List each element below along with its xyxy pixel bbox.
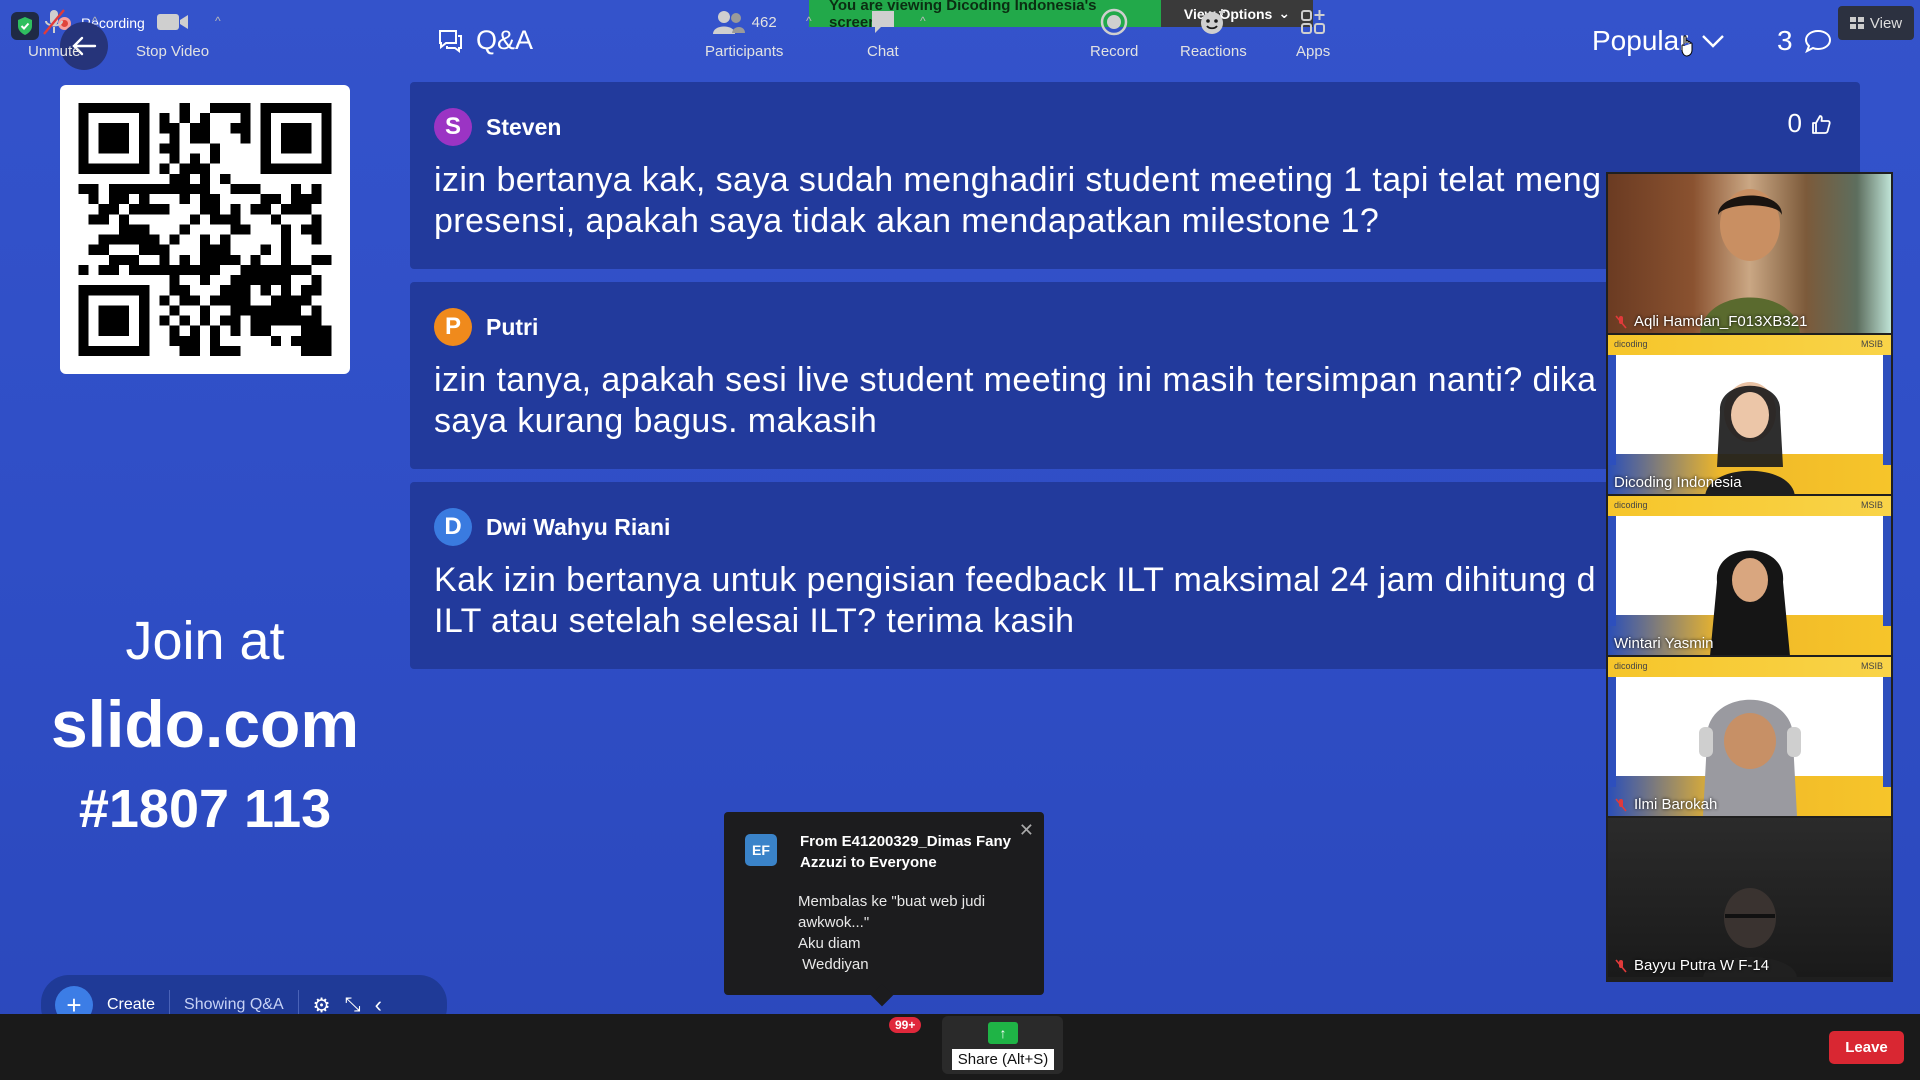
participants-label: Participants bbox=[705, 43, 784, 60]
brand-logo-text: MSIB bbox=[1860, 661, 1883, 671]
chat-unread-badge: 99+ bbox=[889, 1017, 922, 1033]
qr-code-image bbox=[78, 103, 332, 356]
record-button[interactable]: Record bbox=[1090, 8, 1138, 60]
chat-options-caret[interactable]: ^ bbox=[920, 14, 926, 28]
event-code: #1807 113 bbox=[78, 779, 332, 839]
author-avatar: S bbox=[434, 108, 472, 146]
reactions-label: Reactions bbox=[1180, 43, 1247, 60]
apps-grid-icon bbox=[1301, 10, 1326, 34]
record-icon bbox=[1100, 8, 1128, 36]
brand-logo-text: dicoding bbox=[1614, 661, 1648, 671]
participant-video-figure bbox=[1699, 189, 1800, 333]
record-label: Record bbox=[1090, 43, 1139, 60]
video-tile[interactable]: dicoding MSIB Ilmi Barokah bbox=[1608, 657, 1891, 816]
join-at-label: Join at bbox=[125, 611, 285, 671]
chat-message-line: Membalas ke "buat web judi bbox=[798, 893, 986, 910]
participants-options-caret[interactable]: ^ bbox=[806, 14, 812, 28]
chat-message-body: Membalas ke "buat web judi awkwok..." Ak… bbox=[798, 891, 1028, 975]
author-avatar: D bbox=[434, 508, 472, 546]
chat-message-line: Aku diam bbox=[798, 935, 861, 952]
mode-label[interactable]: Showing Q&A bbox=[184, 996, 284, 1014]
stop-video-button[interactable]: Stop Video bbox=[136, 8, 209, 60]
chevron-down-icon: ⌄ bbox=[1278, 5, 1291, 21]
view-layout-label: View bbox=[1869, 14, 1903, 32]
slido-qr-code bbox=[60, 85, 350, 374]
reactions-button[interactable]: Reactions bbox=[1180, 8, 1247, 60]
question-count[interactable]: 3 bbox=[1777, 25, 1833, 57]
mouse-cursor-icon bbox=[1681, 35, 1693, 57]
unmute-label: Unmute bbox=[28, 43, 81, 60]
brand-logo-text: MSIB bbox=[1860, 339, 1883, 349]
qa-title: Q&A bbox=[476, 25, 534, 55]
video-tile-active-speaker[interactable]: dicoding MSIB Wintari Yasmin bbox=[1608, 496, 1891, 655]
close-icon[interactable]: ✕ bbox=[1019, 820, 1034, 841]
video-tile-name: Dicoding Indonesia bbox=[1614, 474, 1742, 491]
participant-name: Ilmi Barokah bbox=[1634, 796, 1718, 813]
join-url: slido.com bbox=[50, 687, 360, 761]
chat-sender-line: From E41200329_Dimas Fany Azzuzi to Ever… bbox=[800, 833, 1011, 871]
share-screen-content[interactable]: ↑ Share (Alt+S) bbox=[952, 1022, 1054, 1070]
video-options-caret[interactable]: ^ bbox=[215, 14, 221, 28]
qa-chat-icon bbox=[439, 29, 462, 53]
sort-dropdown[interactable]: Popular bbox=[1592, 25, 1725, 57]
stop-video-label: Stop Video bbox=[136, 43, 210, 60]
participant-video-strip[interactable]: Aqli Hamdan_F013XB321 dicoding MSIB Dico… bbox=[1606, 172, 1893, 982]
brand-logo-text: MSIB bbox=[1860, 500, 1883, 510]
video-tile-name: Ilmi Barokah bbox=[1614, 796, 1717, 813]
emoji-reaction-icon bbox=[1201, 9, 1226, 34]
chat-message-line: Weddiyan bbox=[798, 956, 869, 973]
view-layout-button[interactable]: View bbox=[1838, 6, 1914, 40]
create-button[interactable]: Create bbox=[107, 996, 155, 1014]
video-tile-name: Wintari Yasmin bbox=[1614, 635, 1713, 652]
unmute-button[interactable]: Unmute bbox=[28, 8, 81, 60]
video-tile[interactable]: dicoding MSIB Dicoding Indonesia bbox=[1608, 335, 1891, 494]
muted-mic-icon bbox=[43, 9, 66, 35]
like-count: 0 bbox=[1787, 108, 1802, 138]
leave-meeting-button[interactable]: Leave bbox=[1829, 1031, 1904, 1064]
question-count-value: 3 bbox=[1777, 25, 1793, 56]
author-name: Putri bbox=[486, 313, 539, 340]
like-button[interactable]: 0 bbox=[1788, 108, 1832, 139]
participants-icon bbox=[712, 11, 745, 34]
video-camera-icon bbox=[156, 14, 188, 30]
chat-notification-popup[interactable]: EF From E41200329_Dimas Fany Azzuzi to E… bbox=[724, 812, 1044, 995]
thumbs-up-icon bbox=[1812, 114, 1831, 134]
participants-button[interactable]: 462 Participants bbox=[705, 8, 783, 60]
muted-mic-icon bbox=[1615, 797, 1627, 812]
video-tile-name: Bayyu Putra W F-14 bbox=[1614, 957, 1769, 974]
video-tile-name: Aqli Hamdan_F013XB321 bbox=[1614, 313, 1807, 330]
brand-logo-text: dicoding bbox=[1614, 339, 1648, 349]
qa-header: Q&A bbox=[434, 25, 533, 56]
audio-options-caret[interactable]: ^ bbox=[92, 14, 98, 28]
share-screen-label: Share (Alt+S) bbox=[952, 1049, 1054, 1070]
sender-avatar: EF bbox=[745, 834, 777, 866]
chat-message-line: awkwok..." bbox=[798, 914, 870, 931]
participant-name: Bayyu Putra W F-14 bbox=[1634, 957, 1770, 974]
apps-label: Apps bbox=[1296, 43, 1331, 60]
chat-label: Chat bbox=[867, 43, 899, 60]
video-tile[interactable]: Aqli Hamdan_F013XB321 bbox=[1608, 174, 1891, 333]
share-arrow-icon: ↑ bbox=[988, 1022, 1018, 1044]
speech-bubble-icon bbox=[1804, 29, 1831, 54]
author-name: Dwi Wahyu Riani bbox=[486, 513, 671, 540]
muted-mic-icon bbox=[1615, 314, 1627, 329]
chat-button[interactable]: Chat bbox=[867, 8, 899, 60]
sort-label: Popular bbox=[1592, 25, 1689, 56]
video-tile[interactable]: Bayyu Putra W F-14 bbox=[1608, 818, 1891, 977]
apps-button[interactable]: Apps bbox=[1296, 8, 1330, 60]
brand-logo-text: dicoding bbox=[1614, 500, 1648, 510]
participant-name: Wintari Yasmin bbox=[1614, 635, 1714, 652]
participant-name: Dicoding Indonesia bbox=[1614, 474, 1742, 491]
muted-mic-icon bbox=[1615, 958, 1627, 973]
participant-count: 462 bbox=[751, 13, 777, 31]
author-name: Steven bbox=[486, 113, 562, 140]
participant-name: Aqli Hamdan_F013XB321 bbox=[1634, 313, 1808, 330]
chat-bubble-icon bbox=[871, 11, 894, 33]
author-avatar: P bbox=[434, 308, 472, 346]
grid-view-icon bbox=[1849, 17, 1864, 29]
chevron-down-icon bbox=[1701, 35, 1724, 48]
